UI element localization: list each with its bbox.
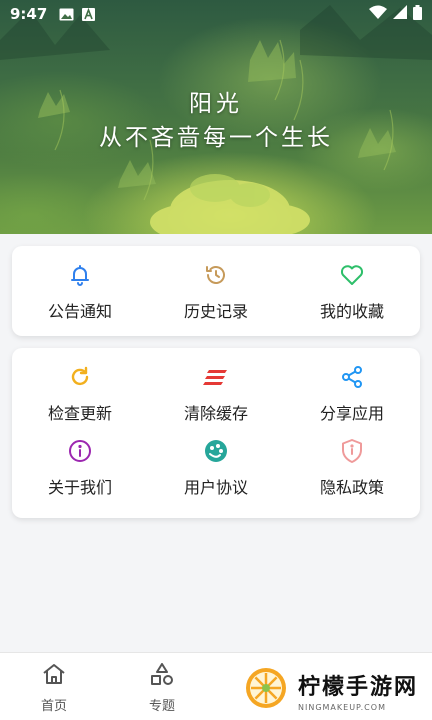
info-icon (67, 438, 93, 464)
shapes-icon (150, 663, 174, 689)
menu-item-share-app[interactable]: 分享应用 (284, 364, 420, 424)
menu-item-user-agreement[interactable]: 用户协议 (148, 438, 284, 498)
bell-icon (67, 262, 93, 288)
nav-label: 首页 (40, 699, 67, 714)
status-bar: 9:47 (0, 0, 432, 28)
menu-item-privacy-policy[interactable]: 隐私政策 (284, 438, 420, 498)
menu-item-label: 关于我们 (47, 478, 112, 497)
hero-subtitle: 从不吝啬每一个生长 (99, 125, 333, 151)
watermark-logo: 柠檬手游网 NINGMAKEUP.COM (232, 660, 432, 720)
font-icon (82, 7, 96, 21)
menu-item-label: 历史记录 (183, 302, 248, 321)
wifi-icon (369, 5, 387, 23)
heart-icon (339, 262, 365, 288)
menu-item-about-us[interactable]: 关于我们 (12, 438, 148, 498)
hero-banner: 9:47 阳光 从不吝啬每一个生长 (0, 0, 432, 234)
nav-home[interactable]: 首页 (0, 653, 108, 720)
battery-icon (413, 4, 422, 24)
nav-label: 专题 (148, 699, 175, 714)
menu-item-check-update[interactable]: 检查更新 (12, 364, 148, 424)
menu-item-clear-cache[interactable]: 清除缓存 (148, 364, 284, 424)
status-time: 9:47 (10, 5, 48, 23)
clear-lines-icon (203, 364, 229, 390)
menu-item-announcements[interactable]: 公告通知 (12, 262, 148, 322)
shield-icon (339, 438, 365, 464)
menu-item-label: 清除缓存 (183, 404, 248, 423)
menu-item-label: 分享应用 (319, 404, 384, 423)
image-icon (59, 8, 74, 21)
palette-icon (203, 438, 229, 464)
share-icon (339, 364, 365, 390)
settings-card: 检查更新 清除缓存 分享应用 关于我们 用户协议 隐私政策 (12, 348, 420, 518)
quick-actions-card: 公告通知 历史记录 我的收藏 (12, 246, 420, 336)
menu-item-label: 用户协议 (183, 478, 248, 497)
menu-item-favorites[interactable]: 我的收藏 (284, 262, 420, 322)
menu-item-label: 检查更新 (47, 404, 112, 423)
menu-item-label: 公告通知 (47, 302, 112, 321)
lemon-logo-icon (244, 666, 288, 714)
menu-item-history[interactable]: 历史记录 (148, 262, 284, 322)
signal-icon (393, 5, 407, 23)
nav-topics[interactable]: 专题 (108, 653, 216, 720)
watermark-title: 柠檬手游网 (298, 674, 419, 700)
refresh-icon (67, 364, 93, 390)
history-icon (203, 262, 229, 288)
hero-title: 阳光 (189, 91, 243, 117)
menu-item-label: 我的收藏 (319, 302, 384, 321)
watermark-subtitle: NINGMAKEUP.COM (298, 702, 386, 712)
home-icon (42, 663, 66, 689)
menu-item-label: 隐私政策 (319, 478, 384, 497)
